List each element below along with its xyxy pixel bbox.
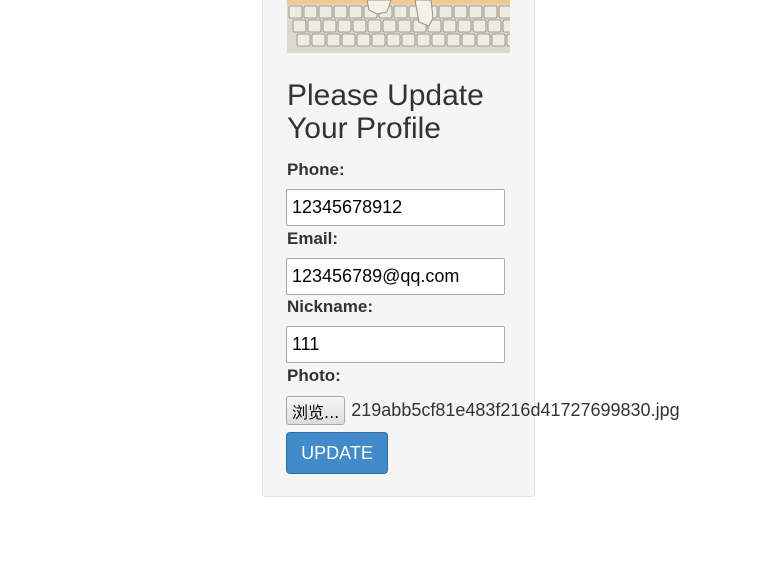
browse-button[interactable]: 浏览...: [286, 396, 346, 425]
photo-label: Photo:: [287, 366, 341, 385]
nickname-input[interactable]: [286, 326, 505, 363]
update-button[interactable]: UPDATE: [286, 432, 388, 474]
email-label: Email:: [287, 229, 339, 248]
keyboard-photo-icon: [287, 0, 510, 53]
photo-file-input[interactable]: 浏览... 219abb5cf81e483f216d41727699830.jp…: [286, 396, 680, 425]
phone-label: Phone:: [287, 160, 345, 179]
profile-image: [287, 0, 510, 53]
selected-file-name: 219abb5cf81e483f216d41727699830.jpg: [351, 400, 680, 420]
nickname-label: Nickname:: [287, 297, 373, 316]
email-input[interactable]: [286, 258, 505, 295]
phone-input[interactable]: [286, 189, 505, 226]
page-title: Please Update Your Profile: [287, 79, 484, 145]
